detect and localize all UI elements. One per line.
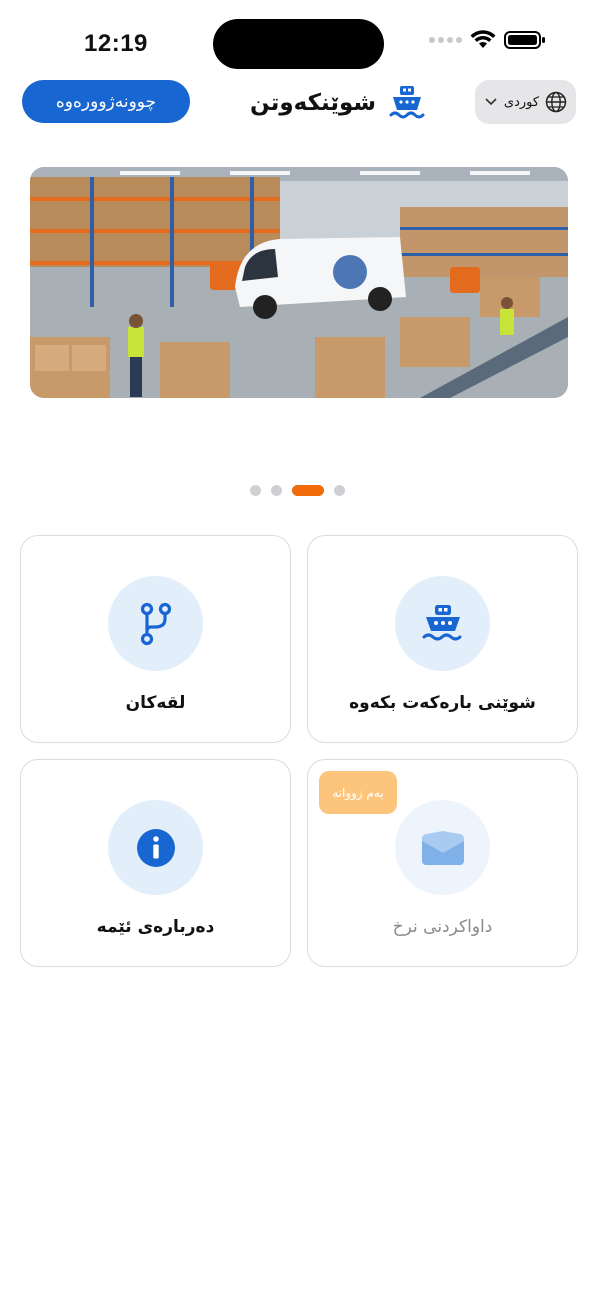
dynamic-island [213,19,384,69]
info-icon [108,800,203,895]
carousel-dot[interactable] [334,485,345,496]
home-screen: 12:19 چوونەژوورەوە شوێنکەوتن کوردی شوێنی… [0,0,598,1300]
carousel-dot[interactable] [271,485,282,496]
about-us-tile[interactable]: دەربارەی ئێمە [20,759,291,967]
status-indicators [429,30,546,50]
signal-icon [429,37,462,43]
branches-tile[interactable]: لقەکان [20,535,291,743]
status-time: 12:19 [84,30,148,57]
tile-label: دەربارەی ئێمە [96,917,215,937]
app-brand: شوێنکەوتن [250,82,428,124]
language-label: کوردی [503,94,540,110]
tile-label: لقەکان [125,693,186,713]
envelope-icon [395,800,490,895]
language-selector[interactable]: کوردی [475,80,576,124]
carousel-dot-active[interactable] [292,485,324,496]
branch-icon [108,576,203,671]
track-shipment-tile[interactable]: شوێنی بارەکەت بکەوە [307,535,578,743]
wifi-icon [470,30,496,48]
request-quote-tile[interactable]: بەم زووانە داواکردنی نرخ [307,759,578,967]
battery-icon [504,31,545,49]
globe-icon [545,91,567,113]
login-button[interactable]: چوونەژوورەوە [22,80,190,123]
ship-logo-icon [389,86,425,119]
carousel-pagination [250,485,345,496]
warehouse-illustration [30,167,568,398]
app-title: شوێنکەوتن [250,90,377,116]
coming-soon-badge: بەم زووانە [319,771,397,814]
tile-label: شوێنی بارەکەت بکەوە [349,693,536,713]
carousel-dot[interactable] [250,485,261,496]
ship-icon [395,576,490,671]
hero-carousel-image[interactable] [30,167,568,398]
chevron-down-icon [485,98,497,106]
tile-label: داواکردنی نرخ [392,917,493,937]
